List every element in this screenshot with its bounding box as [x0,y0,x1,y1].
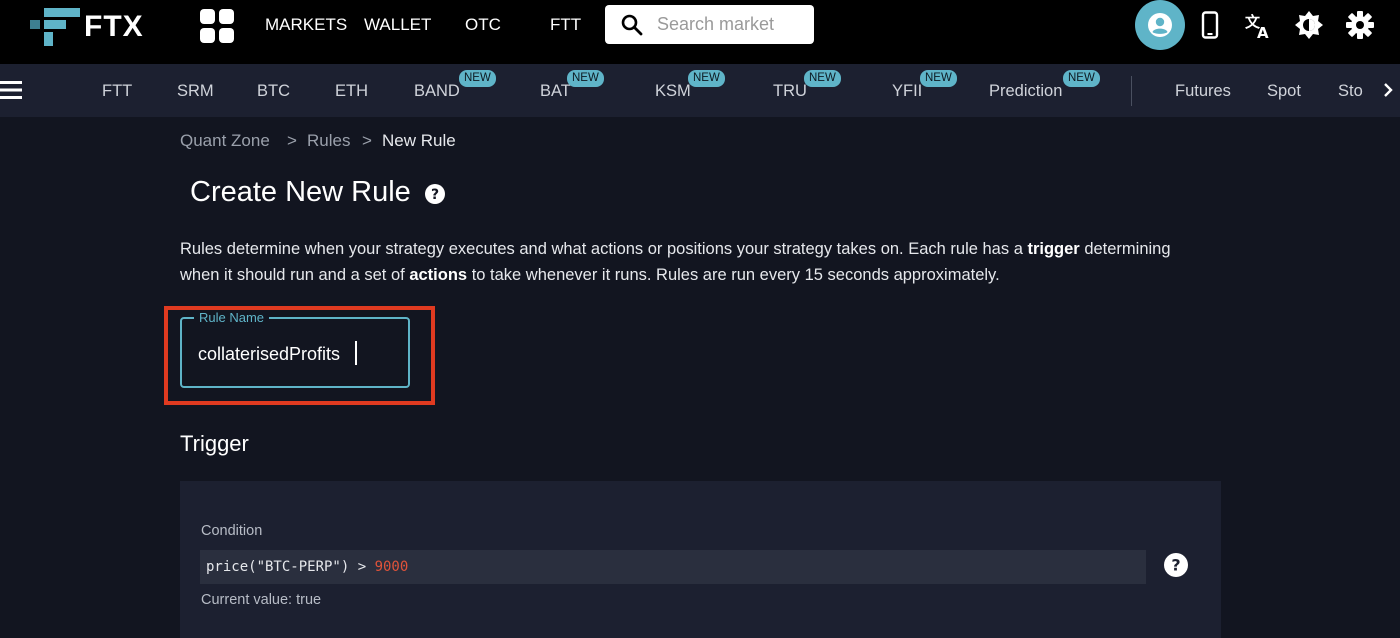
top-header: FTX MARKETS WALLET OTC FTT 文 A [0,0,1400,64]
brightness-icon[interactable] [1295,11,1323,39]
new-badge: NEW [567,70,604,87]
tab-btc[interactable]: BTC [257,82,290,101]
nav-wallet[interactable]: WALLET [364,15,431,35]
grid-icon[interactable] [200,9,234,43]
chevron-right-icon[interactable] [1382,82,1394,98]
svg-text:?: ? [1171,556,1180,575]
description-trigger-term: trigger [1027,240,1080,258]
condition-code-editor[interactable]: price("BTC-PERP") > 9000 [200,550,1146,584]
rule-name-label: Rule Name [194,310,270,325]
nav-otc[interactable]: OTC [465,15,501,35]
search-box[interactable] [605,5,814,44]
new-badge: NEW [1063,70,1100,87]
gear-icon[interactable] [1346,11,1374,39]
ftx-logo[interactable] [30,8,80,48]
market-tabs-bar: FTT SRM BTC ETH BAND NEW BAT NEW KSM NEW… [0,64,1400,117]
condition-help-icon[interactable]: ? [1164,553,1188,577]
brand-name: FTX [84,10,144,43]
tab-band[interactable]: BAND [414,82,460,101]
tab-ksm[interactable]: KSM [655,82,691,101]
hamburger-menu-icon[interactable] [0,81,22,99]
tab-bat[interactable]: BAT [540,82,571,101]
search-input[interactable] [657,5,807,44]
tab-yfii[interactable]: YFII [892,82,922,101]
tab-futures[interactable]: Futures [1175,82,1231,101]
tab-stocks[interactable]: Sto [1338,82,1363,101]
tabs-divider [1131,76,1132,106]
ftx-logo-mark-icon [30,8,80,46]
page-title: Create New Rule [190,176,411,208]
nav-markets[interactable]: MARKETS [265,15,347,35]
condition-expression: price("BTC-PERP") > [206,559,375,575]
new-badge: NEW [459,70,496,87]
breadcrumb-rules[interactable]: Rules [307,131,350,151]
svg-text:?: ? [431,187,439,203]
trigger-section-title: Trigger [180,431,249,456]
search-icon [621,14,643,36]
help-icon[interactable]: ? [425,184,445,204]
new-badge: NEW [688,70,725,87]
breadcrumb-separator: > [362,131,372,150]
description-actions-term: actions [409,266,468,284]
user-account-button[interactable] [1135,0,1185,50]
svg-text:A: A [1257,24,1269,39]
condition-number: 9000 [374,559,409,575]
description-text: to take whenever it runs. Rules are run … [467,266,1000,284]
breadcrumb-quant-zone[interactable]: Quant Zone [180,131,270,151]
tab-tru[interactable]: TRU [773,82,807,101]
condition-label: Condition [201,523,263,539]
text-cursor [355,341,357,365]
tab-prediction[interactable]: Prediction [989,82,1062,101]
breadcrumb-separator: > [287,131,297,150]
new-badge: NEW [920,70,957,87]
rules-description: Rules determine when your strategy execu… [180,236,1180,288]
new-badge: NEW [804,70,841,87]
nav-ftt[interactable]: FTT [550,15,581,35]
rule-name-input[interactable] [198,339,398,369]
tab-spot[interactable]: Spot [1267,82,1301,101]
condition-current-value: Current value: true [201,592,322,608]
tab-eth[interactable]: ETH [335,82,368,101]
rule-name-field[interactable]: Rule Name [180,310,410,388]
breadcrumb-current: New Rule [382,131,456,150]
description-text: Rules determine when your strategy execu… [180,240,1028,258]
user-icon [1148,13,1172,37]
mobile-phone-icon[interactable] [1196,11,1224,39]
translate-icon[interactable]: 文 A [1245,11,1273,39]
tab-ftt[interactable]: FTT [102,82,132,101]
tab-srm[interactable]: SRM [177,82,214,101]
